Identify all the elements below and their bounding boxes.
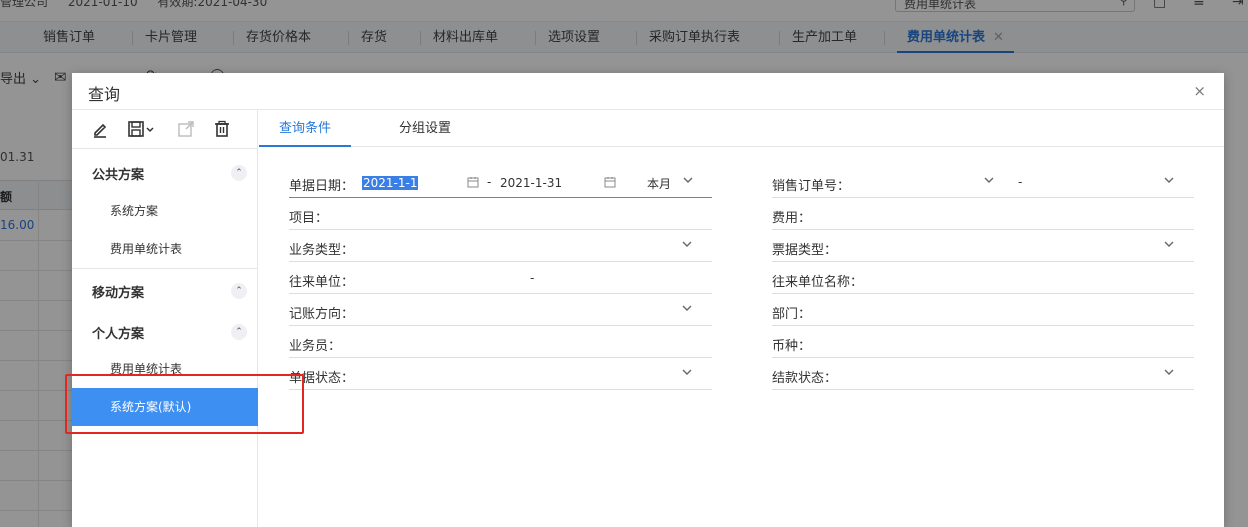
field-label: 记账方向： [289, 307, 355, 322]
date-to-input[interactable]: 2021-1-31 [500, 176, 562, 190]
salesperson-field[interactable]: 业务员： [289, 326, 712, 358]
chevron-down-icon[interactable] [1163, 174, 1177, 188]
field-label: 单据状态： [289, 371, 355, 386]
scheme-item-personal-expense[interactable]: 费用单统计表 [72, 350, 258, 388]
delete-icon[interactable] [212, 119, 232, 139]
share-icon[interactable] [176, 119, 196, 139]
field-label: 结款状态： [772, 371, 838, 386]
query-dialog: 查询 × 公共方案 ⌃ 系统方案 费用单统计表 移动方案 ⌃ 个人方案 ⌃ 费用 [72, 73, 1224, 527]
account-direction-select[interactable]: 记账方向： [289, 294, 712, 326]
chevron-down-icon[interactable] [681, 302, 695, 316]
scheme-toolbar [72, 110, 258, 149]
field-label: 项目： [289, 211, 329, 226]
field-label: 往来单位名称： [772, 275, 864, 290]
query-panel: 查询条件 分组设置 单据日期： 2021-1-1 - 2021-1-31 本月 … [259, 110, 1224, 527]
project-field[interactable]: 项目： [289, 198, 712, 230]
expense-field[interactable]: 费用： [772, 198, 1194, 230]
tab-query-conditions[interactable]: 查询条件 [259, 110, 352, 147]
scheme-item-system[interactable]: 系统方案 [72, 192, 258, 230]
currency-field[interactable]: 币种： [772, 326, 1194, 358]
close-icon[interactable]: × [1193, 82, 1206, 100]
chevron-down-icon[interactable] [681, 366, 695, 380]
field-label: 业务类型： [289, 243, 355, 258]
chevron-down-icon[interactable] [682, 174, 696, 188]
field-label: 费用： [772, 211, 812, 226]
field-label: 销售订单号： [772, 179, 851, 194]
date-from-input[interactable]: 2021-1-1 [362, 176, 419, 190]
scheme-panel: 公共方案 ⌃ 系统方案 费用单统计表 移动方案 ⌃ 个人方案 ⌃ 费用单统计表 … [72, 110, 258, 527]
chevron-up-icon[interactable]: ⌃ [231, 165, 247, 181]
chevron-up-icon[interactable]: ⌃ [231, 283, 247, 299]
calendar-icon[interactable] [467, 176, 479, 188]
dialog-header: 查询 × [72, 73, 1224, 110]
partner-field[interactable]: 往来单位： - [289, 262, 712, 294]
field-label: 票据类型： [772, 243, 838, 258]
chevron-down-icon[interactable] [1163, 366, 1177, 380]
doc-date-field: 单据日期： 2021-1-1 - 2021-1-31 本月 [289, 166, 712, 198]
range-dash: - [530, 271, 535, 285]
period-select[interactable]: 本月 [647, 175, 671, 192]
chevron-up-icon[interactable]: ⌃ [231, 324, 247, 340]
scheme-item-system-default[interactable]: 系统方案(默认) [72, 388, 258, 426]
tab-group-settings[interactable]: 分组设置 [379, 110, 471, 147]
department-field[interactable]: 部门： [772, 294, 1194, 326]
sales-order-no-field[interactable]: 销售订单号： - [772, 166, 1194, 198]
chevron-down-icon[interactable] [1163, 238, 1177, 252]
scheme-item-expense-statistics[interactable]: 费用单统计表 [72, 230, 258, 268]
query-tabs: 查询条件 分组设置 [259, 110, 1224, 147]
chevron-down-icon[interactable] [983, 174, 997, 188]
field-label: 部门： [772, 307, 812, 322]
business-type-select[interactable]: 业务类型： [289, 230, 712, 262]
edit-icon[interactable] [90, 119, 110, 139]
range-dash: - [1018, 175, 1023, 189]
chevron-down-icon[interactable] [681, 238, 695, 252]
section-mobile-schemes: 移动方案 [92, 286, 145, 301]
range-dash: - [487, 175, 492, 189]
settlement-status-select[interactable]: 结款状态： [772, 358, 1194, 390]
dialog-title: 查询 [88, 85, 121, 104]
section-public-schemes: 公共方案 [92, 168, 145, 183]
calendar-icon[interactable] [604, 176, 616, 188]
section-personal-schemes: 个人方案 [92, 327, 145, 342]
field-label: 业务员： [289, 339, 342, 354]
partner-name-field[interactable]: 往来单位名称： [772, 262, 1194, 294]
save-icon[interactable] [126, 119, 156, 139]
field-label: 往来单位： [289, 275, 355, 290]
field-label: 币种： [772, 339, 812, 354]
divider [72, 268, 258, 269]
field-label: 单据日期： [289, 179, 355, 194]
invoice-type-select[interactable]: 票据类型： [772, 230, 1194, 262]
doc-status-select[interactable]: 单据状态： [289, 358, 712, 390]
